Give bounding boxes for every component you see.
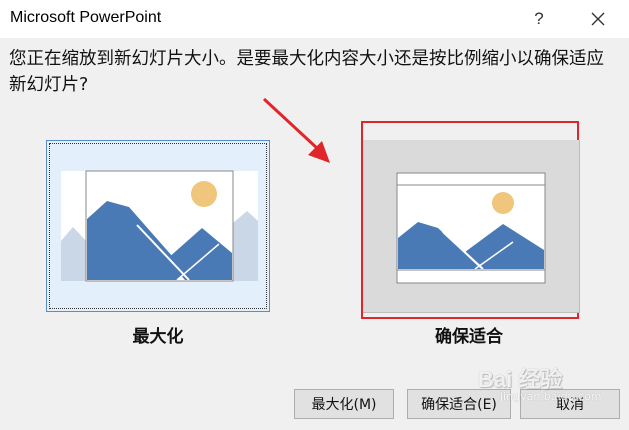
close-icon [591,12,605,26]
fit-preview-background [363,140,580,313]
help-button[interactable]: ? [522,4,556,34]
option-maximize[interactable] [46,140,270,312]
option-maximize-label: 最大化 [132,327,184,347]
ensure-fit-preview-image [396,172,546,284]
option-ensure-fit[interactable] [361,121,580,319]
option-ensure-fit-label: 确保适合 [435,327,503,347]
close-button[interactable] [580,4,616,34]
title-bar: Microsoft PowerPoint ? [0,0,629,38]
dialog-message: 您正在缩放到新幻灯片大小。是要最大化内容大小还是按比例缩小以确保适应新幻灯片? [9,49,604,95]
maximize-preview-image [61,170,258,282]
watermark-url: jingyan.baidu.com [500,390,602,403]
annotation-arrow-icon [262,97,330,163]
window-title: Microsoft PowerPoint [10,9,162,26]
maximize-button[interactable]: 最大化(M) [294,389,394,419]
